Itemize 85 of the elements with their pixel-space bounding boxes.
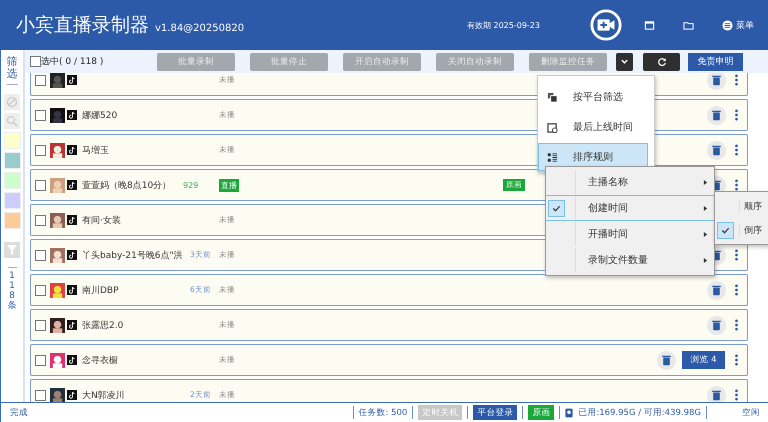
window-icon[interactable] [644,20,655,30]
delete-icon[interactable] [707,316,726,334]
row-checkbox[interactable] [35,180,46,190]
submenu-arrow-icon [703,180,708,184]
app-title: 小宾直播录制器 [16,13,149,38]
browse-button[interactable]: 浏览 4 [682,351,725,369]
streamer-name: 丫头baby-21号晚6点"洪 [82,250,183,262]
menu-item[interactable]: 创建时间 [546,195,714,221]
row-checkbox[interactable] [35,250,46,260]
submenu-arrow-icon [703,258,708,262]
menu-icon[interactable] [722,20,733,30]
color-filter[interactable] [4,192,20,210]
menu-item[interactable]: 主播名称 [546,169,714,195]
music-note-icon [67,390,77,400]
more-icon[interactable] [734,73,739,87]
check-icon [721,226,730,234]
row-checkbox[interactable] [35,284,46,296]
menu-button[interactable]: 菜单 [722,18,754,32]
status-text: 完成 [10,406,28,418]
sort-list-icon [547,152,558,162]
camera-add-icon[interactable] [590,9,622,41]
music-note-icon [67,355,77,365]
delete-icon[interactable] [657,350,676,370]
delete-icon[interactable] [707,106,726,124]
calendar-clock-icon [547,122,558,132]
row-checkbox[interactable] [35,390,46,400]
row-checkbox[interactable] [35,110,46,120]
streamer-name: 娜娜520 [82,110,118,122]
music-note-icon [67,180,77,190]
more-icon[interactable] [734,353,739,367]
music-note-icon [67,145,77,155]
streamer-name: 马増玉 [82,144,109,156]
delete-icon[interactable] [707,140,726,160]
more-icon[interactable] [734,178,739,192]
row-checkbox[interactable] [35,320,46,330]
music-note-icon [67,320,77,330]
live-badge: 直播 [219,178,239,192]
streamer-name: 南川DBP [82,284,119,296]
filter-tab[interactable]: 筛选 [6,56,18,86]
color-filter[interactable] [4,212,20,230]
delete-icon[interactable] [707,280,726,300]
color-filter[interactable] [4,172,20,190]
streamer-name: 萱萱妈（晚8点10分） [82,180,172,192]
color-filter[interactable] [4,152,20,170]
row-checkbox[interactable] [35,74,46,86]
music-note-icon [67,285,77,295]
row-checkbox[interactable] [35,144,46,156]
folder-icon[interactable] [683,20,694,30]
task-count: 任务数: 500 [358,406,408,418]
row-checkbox[interactable] [35,354,46,366]
viewer-count: 929 [183,180,198,190]
more-icon[interactable] [734,108,739,122]
color-filter[interactable] [4,132,20,150]
select-all-checkbox[interactable]: 选中( 0 / 118 ) [30,55,157,68]
submenu-arrow-icon [703,232,708,236]
dropdown-button[interactable] [616,52,633,70]
menu-item[interactable]: 录制文件数量 [546,247,714,273]
music-note-icon [67,215,77,225]
submenu-arrow-icon [703,206,708,210]
check-icon [552,204,561,212]
more-icon[interactable] [734,318,739,332]
disclaimer-button[interactable]: 免责申明 [688,52,743,70]
idle-status: 空闲 [742,406,760,418]
more-icon[interactable] [734,248,739,262]
version-label: v1.84@20250820 [155,22,244,34]
more-icon[interactable] [734,388,739,402]
music-note-icon [67,75,77,85]
streamer-name: 大N郭凌川 [82,390,125,402]
platform-login-button[interactable]: 平台登录 [473,405,518,420]
expiry-label: 有效期 2025-09-23 [466,20,540,30]
streamer-name: 念寻衣橱 [82,354,118,366]
music-note-icon [67,110,77,120]
row-checkbox[interactable] [35,214,46,226]
streamer-name: 有间·女装 [82,214,121,226]
layers-icon [547,92,558,102]
more-icon[interactable] [734,143,739,157]
caret-icon[interactable] [620,57,629,66]
streamer-name: 张露思2.0 [82,320,124,332]
more-icon[interactable] [734,283,739,297]
refresh-button[interactable] [643,52,680,70]
count-label: 118条 [8,267,16,312]
delete-icon[interactable] [707,73,726,90]
music-note-icon [67,250,77,260]
refresh-icon[interactable] [656,56,666,66]
disk-usage: 已用:169.95G / 可用:439.98G [578,406,701,418]
